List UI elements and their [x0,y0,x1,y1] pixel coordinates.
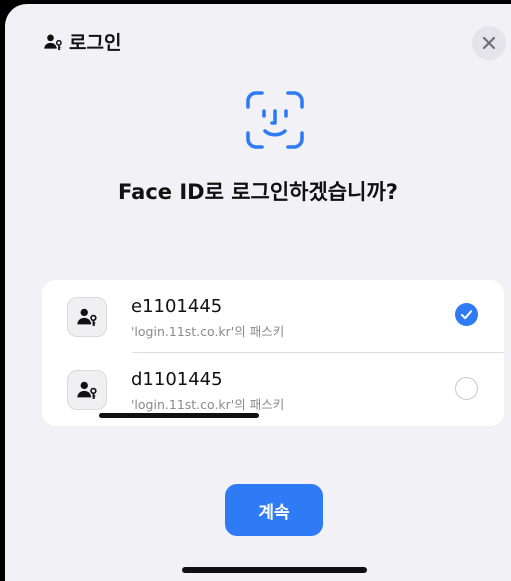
account-list: e1101445 'login.11st.co.kr'의 패스키 d110144… [42,280,504,426]
account-row-e1101445[interactable]: e1101445 'login.11st.co.kr'의 패스키 [42,280,504,353]
person-key-icon [77,381,97,399]
checkmark-icon [460,310,473,320]
close-button[interactable] [472,26,506,60]
selected-checkmark[interactable] [455,303,478,326]
account-subtitle: 'login.11st.co.kr'의 패스키 [131,397,285,412]
continue-button[interactable]: 계속 [225,484,323,536]
person-key-icon [44,34,62,50]
account-name: e1101445 [131,296,223,317]
face-id-icon [246,91,304,149]
account-subtitle: 'login.11st.co.kr'의 패스키 [131,324,285,339]
sheet-header: 로그인 [5,4,511,74]
sheet-title: 로그인 [43,28,121,55]
scroll-indicator[interactable] [99,413,259,418]
person-key-icon [77,308,97,326]
unselected-radio[interactable] [455,377,478,400]
account-avatar [67,370,107,410]
account-avatar [67,297,107,337]
sheet-title-label: 로그인 [69,32,122,54]
home-indicator[interactable] [182,567,367,573]
account-name: d1101445 [131,369,223,390]
close-icon [482,36,496,50]
screen: 로그인 Face ID로 로그인하겠습니까? e1101445 'login.1… [0,0,511,581]
login-sheet: 로그인 Face ID로 로그인하겠습니까? e1101445 'login.1… [5,4,511,581]
face-id-prompt: Face ID로 로그인하겠습니까? [118,180,398,204]
